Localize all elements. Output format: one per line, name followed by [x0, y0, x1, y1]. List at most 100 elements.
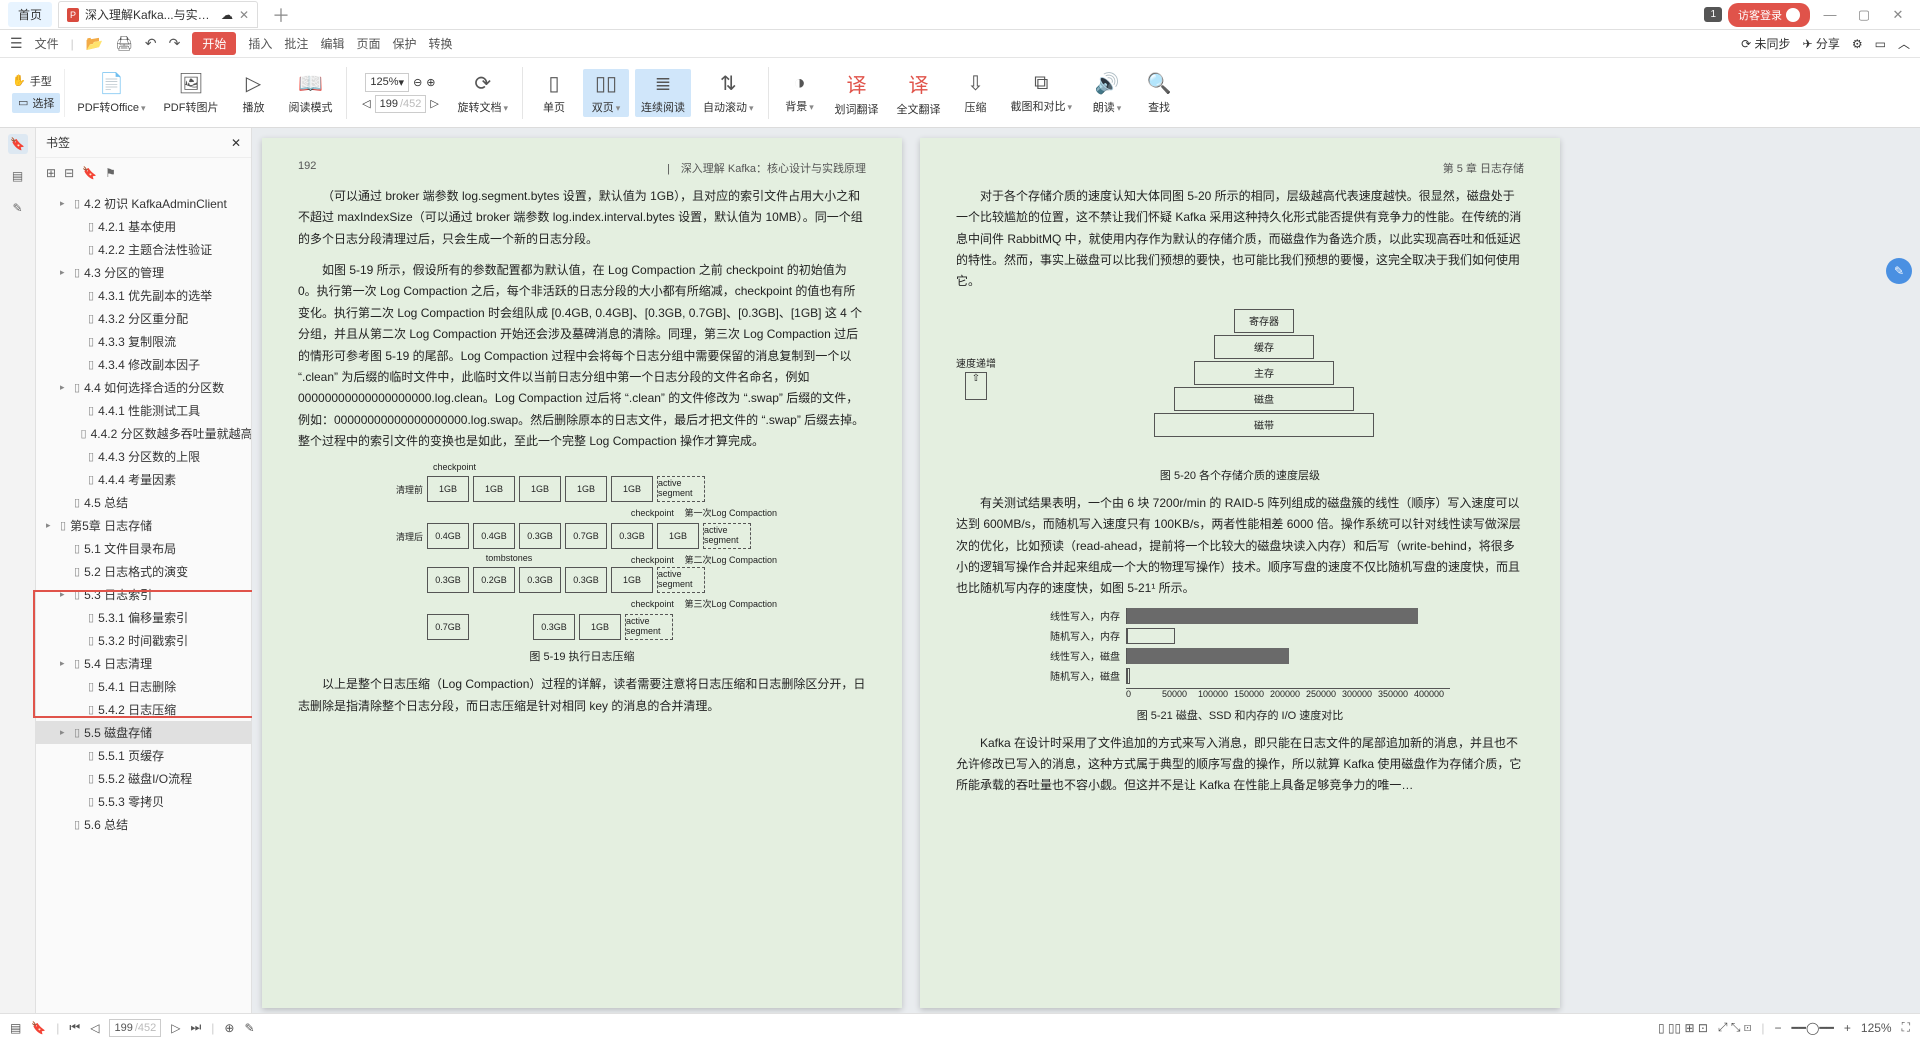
- bookmark-node[interactable]: ▯4.4.2 分区数越多吞吐量就越高吗: [36, 422, 251, 445]
- read-mode-button[interactable]: 📖阅读模式: [282, 67, 338, 119]
- close-icon[interactable]: ✕: [239, 8, 249, 22]
- fullscreen-icon[interactable]: ⛶: [1902, 1020, 1910, 1035]
- bookmark-node[interactable]: ▯5.4.1 日志删除: [36, 675, 251, 698]
- bookmark-node[interactable]: ▸▯5.4 日志清理: [36, 652, 251, 675]
- bookmark-node[interactable]: ▯5.2 日志格式的演变: [36, 560, 251, 583]
- add-tab-button[interactable]: ＋: [264, 2, 298, 28]
- select-tool[interactable]: ▭ 选择: [12, 93, 60, 113]
- menu-annotate[interactable]: 批注: [284, 35, 308, 52]
- sidebar-close-icon[interactable]: ✕: [231, 136, 241, 150]
- bookmark-node[interactable]: ▯4.4.4 考量因素: [36, 468, 251, 491]
- bookmark-node[interactable]: ▯4.4.1 性能测试工具: [36, 399, 251, 422]
- menu-convert[interactable]: 转换: [428, 35, 452, 52]
- double-page-button[interactable]: ▯▯双页: [583, 69, 629, 117]
- pdf-to-image-button[interactable]: 🖼PDF转图片: [157, 67, 224, 119]
- zoom-out-status-icon[interactable]: −: [1775, 1021, 1782, 1035]
- screenshot-compare-button[interactable]: ⧉截图和对比: [1005, 68, 1079, 118]
- bookmark-node[interactable]: ▯5.5.2 磁盘I/O流程: [36, 767, 251, 790]
- word-translate-button[interactable]: 译划词翻译: [829, 65, 885, 121]
- autoscroll-button[interactable]: ⇅自动滚动: [697, 67, 760, 119]
- bookmark-node[interactable]: ▯4.2.2 主题合法性验证: [36, 238, 251, 261]
- fit-icons[interactable]: ⤢ ⤡ ⊡: [1718, 1020, 1752, 1035]
- view-mode-icons[interactable]: ▯ ▯▯ ⊞ ⊡: [1658, 1021, 1708, 1035]
- status-thumbnails-icon[interactable]: ▤: [10, 1021, 21, 1035]
- status-add-bookmark-icon[interactable]: ⊕: [224, 1021, 234, 1035]
- bookmark-node[interactable]: ▯4.3.4 修改副本因子: [36, 353, 251, 376]
- status-first-page-icon[interactable]: ⏮: [69, 1020, 80, 1035]
- bookmark-node[interactable]: ▯5.3.2 时间戳索引: [36, 629, 251, 652]
- bookmark-node[interactable]: ▸▯5.3 日志索引: [36, 583, 251, 606]
- window-icon[interactable]: ▭: [1875, 37, 1886, 51]
- print-icon[interactable]: 🖨: [115, 35, 133, 52]
- document-tab[interactable]: P 深入理解Kafka...与实践原理.pdf ☁ ✕: [58, 1, 258, 28]
- bookmark-node[interactable]: ▸▯4.3 分区的管理: [36, 261, 251, 284]
- minimize-icon[interactable]: —: [1816, 7, 1844, 22]
- menu-file[interactable]: 文件: [35, 35, 59, 52]
- bookmark-rail-icon[interactable]: 🔖: [8, 134, 28, 154]
- bookmark-node[interactable]: ▯4.3.2 分区重分配: [36, 307, 251, 330]
- float-tool-icon[interactable]: ✎: [1886, 258, 1912, 284]
- full-translate-button[interactable]: 译全文翻译: [891, 65, 947, 121]
- settings-icon[interactable]: ⚙: [1852, 37, 1863, 51]
- bookmark-node[interactable]: ▯4.2.1 基本使用: [36, 215, 251, 238]
- expand-all-icon[interactable]: ⊞: [46, 166, 56, 180]
- bookmark-node[interactable]: ▯5.4.2 日志压缩: [36, 698, 251, 721]
- status-page-input[interactable]: 199: [114, 1022, 132, 1034]
- bookmark-node[interactable]: ▯4.5 总结: [36, 491, 251, 514]
- menu-page[interactable]: 页面: [356, 35, 380, 52]
- rotate-button[interactable]: ⟳旋转文档: [451, 67, 514, 119]
- single-page-button[interactable]: ▯单页: [531, 67, 577, 119]
- bookmark-node[interactable]: ▯5.5.3 零拷贝: [36, 790, 251, 813]
- bookmark-node[interactable]: ▸▯第5章 日志存储: [36, 514, 251, 537]
- login-button[interactable]: 访客登录: [1728, 3, 1810, 27]
- bookmark-node[interactable]: ▯4.3.1 优先副本的选举: [36, 284, 251, 307]
- background-button[interactable]: ◑背景: [777, 68, 823, 118]
- continuous-button[interactable]: ≣连续阅读: [635, 69, 691, 117]
- add-bookmark-icon[interactable]: 🔖: [82, 166, 97, 180]
- zoom-out-icon[interactable]: ⊖: [413, 76, 422, 89]
- bookmark-node[interactable]: ▯4.3.3 复制限流: [36, 330, 251, 353]
- status-last-page-icon[interactable]: ⏭: [190, 1020, 201, 1035]
- status-bookmarks-icon[interactable]: 🔖: [31, 1021, 46, 1035]
- status-edit-icon[interactable]: ✎: [244, 1021, 254, 1035]
- hand-tool[interactable]: ✋ 手型: [12, 73, 60, 89]
- status-prev-page-icon[interactable]: ◁: [90, 1021, 99, 1035]
- read-aloud-button[interactable]: 🔊朗读: [1084, 67, 1130, 119]
- nav-icon[interactable]: ⚑: [105, 166, 116, 180]
- zoom-slider[interactable]: ━━◯━━: [1792, 1021, 1834, 1035]
- prev-page-icon[interactable]: ◁: [362, 97, 370, 110]
- bookmark-node[interactable]: ▸▯5.5 磁盘存储: [36, 721, 251, 744]
- unsync-button[interactable]: ⟳ 未同步: [1741, 35, 1790, 52]
- menu-insert[interactable]: 插入: [248, 35, 272, 52]
- maximize-icon[interactable]: ▢: [1850, 7, 1878, 23]
- collapse-ribbon-icon[interactable]: ︿: [1898, 35, 1910, 52]
- bookmark-node[interactable]: ▯4.4.3 分区数的上限: [36, 445, 251, 468]
- menu-protect[interactable]: 保护: [392, 35, 416, 52]
- play-button[interactable]: ▷播放: [230, 67, 276, 119]
- pdf-to-office-button[interactable]: 📄PDF转Office: [71, 67, 151, 119]
- redo-icon[interactable]: ↷: [169, 35, 181, 52]
- zoom-select[interactable]: 125% ▾: [365, 73, 409, 92]
- bookmark-node[interactable]: ▯5.6 总结: [36, 813, 251, 836]
- bookmark-node[interactable]: ▸▯4.4 如何选择合适的分区数: [36, 376, 251, 399]
- zoom-in-status-icon[interactable]: +: [1844, 1021, 1851, 1035]
- zoom-in-icon[interactable]: ⊕: [426, 76, 435, 89]
- open-icon[interactable]: 📂: [86, 35, 103, 52]
- menu-start[interactable]: 开始: [192, 32, 236, 55]
- compress-button[interactable]: ⇩压缩: [953, 67, 999, 119]
- status-next-page-icon[interactable]: ▷: [171, 1021, 180, 1035]
- next-page-icon[interactable]: ▷: [430, 97, 438, 110]
- find-button[interactable]: 🔍查找: [1136, 67, 1182, 119]
- annotations-rail-icon[interactable]: ✎: [8, 198, 28, 218]
- bookmark-node[interactable]: ▯5.5.1 页缓存: [36, 744, 251, 767]
- bookmark-node[interactable]: ▸▯4.2 初识 KafkaAdminClient: [36, 192, 251, 215]
- bookmark-node[interactable]: ▯5.3.1 偏移量索引: [36, 606, 251, 629]
- thumbnails-rail-icon[interactable]: ▤: [8, 166, 28, 186]
- bookmark-node[interactable]: ▯5.1 文件目录布局: [36, 537, 251, 560]
- home-tab[interactable]: 首页: [8, 2, 52, 27]
- share-button[interactable]: ✈ 分享: [1802, 35, 1839, 52]
- collapse-all-icon[interactable]: ⊟: [64, 166, 74, 180]
- page-number-input[interactable]: 199: [380, 98, 398, 110]
- menu-edit[interactable]: 编辑: [320, 35, 344, 52]
- close-window-icon[interactable]: ✕: [1884, 7, 1912, 23]
